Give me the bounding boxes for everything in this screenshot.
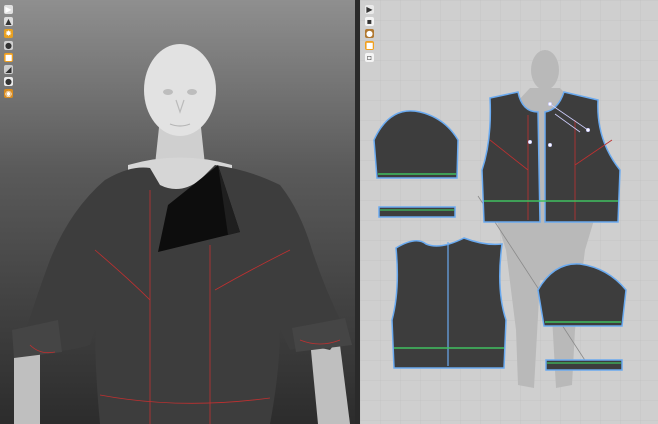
3d-toolbar: ▶ ▲ ✸ ● ■ ◢ ● ◉: [4, 5, 13, 98]
transform-icon[interactable]: ▶: [365, 5, 374, 14]
edit-point-icon[interactable]: ▪: [365, 17, 374, 26]
texture-icon[interactable]: ◉: [4, 89, 13, 98]
garment-3d[interactable]: [12, 165, 352, 424]
2d-toolbar: ▶ ▪ ● ■ ▫: [365, 5, 374, 62]
simulate-icon[interactable]: ✸: [4, 29, 13, 38]
pattern-piece-cuff-right[interactable]: [545, 359, 623, 371]
pattern-canvas: [360, 0, 658, 424]
2d-pattern-viewport[interactable]: ▶ ▪ ● ■ ▫: [360, 0, 658, 424]
select-icon[interactable]: ▶: [4, 5, 13, 14]
app-window: ▶ ▲ ✸ ● ■ ◢ ● ◉ ▶ ▪ ● ■ ▫: [0, 0, 658, 424]
pin-icon[interactable]: ●: [4, 77, 13, 86]
avatar-icon[interactable]: ●: [4, 41, 13, 50]
pattern-piece-cuff-left[interactable]: [378, 206, 456, 218]
measure-icon[interactable]: ◢: [4, 65, 13, 74]
3d-scene: [12, 44, 352, 424]
segment-icon[interactable]: ▫: [365, 53, 374, 62]
pattern-piece-back[interactable]: [391, 237, 507, 369]
sewing-icon[interactable]: ●: [365, 29, 374, 38]
garment-icon[interactable]: ▲: [4, 17, 13, 26]
fold-icon[interactable]: ■: [4, 53, 13, 62]
3d-viewport[interactable]: ▶ ▲ ✸ ● ■ ◢ ● ◉: [0, 0, 355, 424]
fold-icon[interactable]: ■: [365, 41, 374, 50]
